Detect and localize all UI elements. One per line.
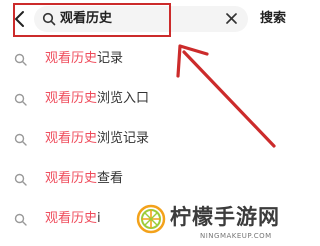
list-item[interactable]: 观看历史浏览入口 [0, 78, 300, 118]
close-icon[interactable] [225, 12, 238, 25]
suggestion-rest: 记录 [97, 51, 124, 66]
watermark: 柠檬手游网 NINGMAKEUP.COM [130, 200, 300, 246]
watermark-name: 柠檬手游网 [170, 205, 280, 229]
suggestion-text: 观看历史记录 [45, 50, 123, 68]
search-icon [14, 93, 27, 106]
suggestion-text: 观看历史浏览记录 [45, 130, 149, 148]
lemon-logo-icon [136, 204, 166, 234]
suggestion-keyword: 观看历史 [45, 211, 98, 226]
watermark-url: NINGMAKEUP.COM [200, 232, 272, 240]
suggestion-keyword: 观看历史 [45, 91, 98, 106]
search-icon [14, 53, 27, 66]
suggestion-text: 观看历史i [45, 210, 101, 228]
suggestion-keyword: 观看历史 [45, 51, 98, 66]
suggestion-rest: 浏览记录 [97, 131, 150, 146]
search-icon [14, 173, 27, 186]
search-button[interactable]: 搜索 [260, 11, 286, 27]
search-top-bar: 观看历史 搜索 [0, 0, 300, 38]
suggestion-keyword: 观看历史 [45, 131, 98, 146]
search-icon [14, 133, 27, 146]
suggestion-rest: 查看 [97, 171, 124, 186]
list-item[interactable]: 观看历史查看 [0, 158, 300, 198]
search-icon [14, 213, 27, 226]
back-button[interactable] [12, 10, 28, 28]
suggestion-rest: 浏览入口 [97, 91, 150, 106]
search-icon [42, 12, 56, 26]
suggestion-keyword: 观看历史 [45, 171, 98, 186]
suggestion-rest: i [97, 211, 101, 226]
suggestion-text: 观看历史查看 [45, 170, 123, 188]
list-item[interactable]: 观看历史浏览记录 [0, 118, 300, 158]
search-field[interactable]: 观看历史 [34, 6, 248, 32]
list-item[interactable]: 观看历史记录 [0, 38, 300, 78]
search-query-text[interactable]: 观看历史 [60, 11, 112, 27]
suggestion-text: 观看历史浏览入口 [45, 90, 149, 108]
chevron-left-icon [15, 11, 24, 27]
